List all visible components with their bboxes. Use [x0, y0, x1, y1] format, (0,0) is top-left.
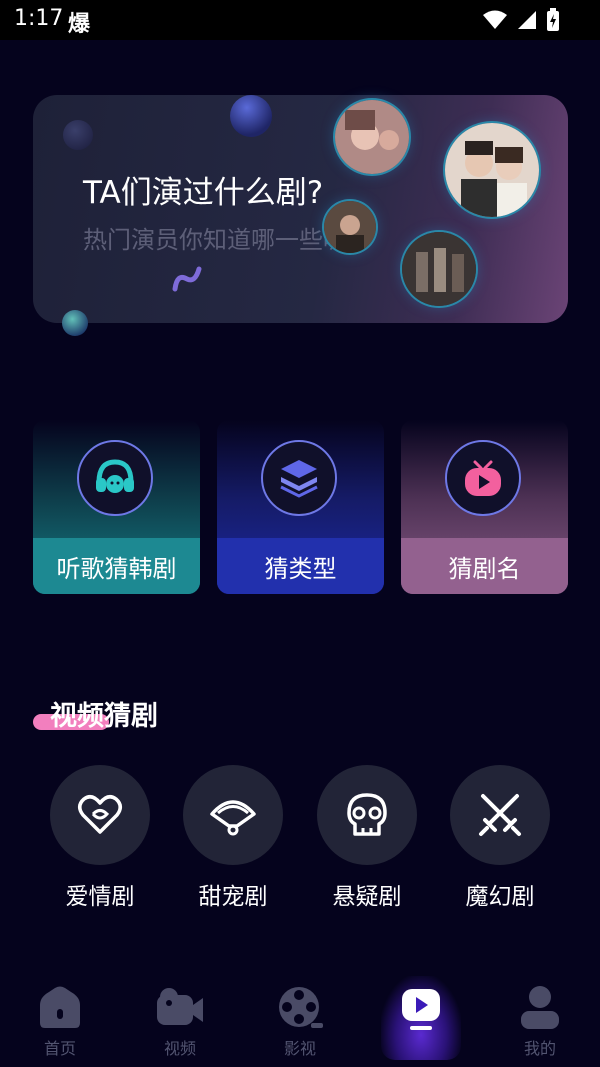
actor-photo: [335, 100, 409, 174]
home-icon: [40, 986, 80, 1028]
nav-item-play[interactable]: [381, 985, 461, 1037]
nav-label: 首页: [43, 1039, 76, 1058]
status-bar: 1:17 爆: [0, 0, 600, 40]
category-label: 猜类型: [217, 538, 384, 594]
category-label: 猜剧名: [401, 538, 568, 594]
section-title: 视频猜剧: [50, 701, 158, 732]
bottom-nav: 首页 视频 影视 我的: [0, 975, 600, 1067]
banner-subtitle: 热门演员你知道哪一些呢: [83, 226, 347, 254]
nav-label: 我的: [523, 1039, 556, 1058]
app-notification-icon: 爆: [68, 12, 91, 37]
decor-ball: [62, 310, 88, 336]
actor-photo: [402, 232, 476, 306]
heart-icon: [50, 765, 150, 865]
genre-label: 悬疑剧: [332, 884, 402, 910]
skull-icon: [317, 765, 417, 865]
category-card-genre[interactable]: 猜类型: [217, 420, 384, 594]
nav-item-movies[interactable]: 影视: [260, 985, 340, 1059]
nav-item-home[interactable]: 首页: [20, 985, 100, 1059]
actor-photo: [445, 123, 539, 217]
nav-item-me[interactable]: 我的: [500, 985, 580, 1059]
category-label: 听歌猜韩剧: [33, 538, 200, 594]
video-camera-icon: [157, 988, 203, 1025]
film-reel-icon: [279, 987, 323, 1028]
genre-mystery[interactable]: 悬疑剧: [317, 765, 417, 911]
tv-play-icon: [445, 440, 521, 516]
wifi-icon: [483, 10, 507, 29]
user-icon: [521, 986, 559, 1029]
nav-label: 影视: [283, 1039, 316, 1058]
genre-label: 魔幻剧: [465, 884, 535, 910]
play-icon: [402, 989, 440, 1030]
genre-label: 甜宠剧: [198, 884, 268, 910]
fan-icon: [183, 765, 283, 865]
genre-label: 爱情剧: [65, 884, 135, 910]
category-card-title[interactable]: 猜剧名: [401, 420, 568, 594]
nav-label: 视频: [163, 1039, 196, 1058]
layers-icon: [261, 440, 337, 516]
category-card-song[interactable]: 听歌猜韩剧: [33, 420, 200, 594]
decor-ball: [63, 120, 93, 150]
banner-title: TA们演过什么剧?: [83, 175, 324, 211]
status-time: 1:17: [14, 6, 64, 31]
actor-photo: [324, 201, 376, 253]
decor-ball: [230, 95, 272, 137]
genre-romance[interactable]: 爱情剧: [50, 765, 150, 911]
nav-item-video[interactable]: 视频: [140, 985, 220, 1059]
decor-swirl: [172, 266, 202, 292]
genre-sweet[interactable]: 甜宠剧: [183, 765, 283, 911]
genre-fantasy[interactable]: 魔幻剧: [450, 765, 550, 911]
battery-icon: [547, 8, 559, 31]
headphones-icon: [77, 440, 153, 516]
actor-quiz-banner[interactable]: TA们演过什么剧? 热门演员你知道哪一些呢: [33, 95, 568, 336]
signal-icon: [518, 11, 536, 29]
crossed-swords-icon: [450, 765, 550, 865]
